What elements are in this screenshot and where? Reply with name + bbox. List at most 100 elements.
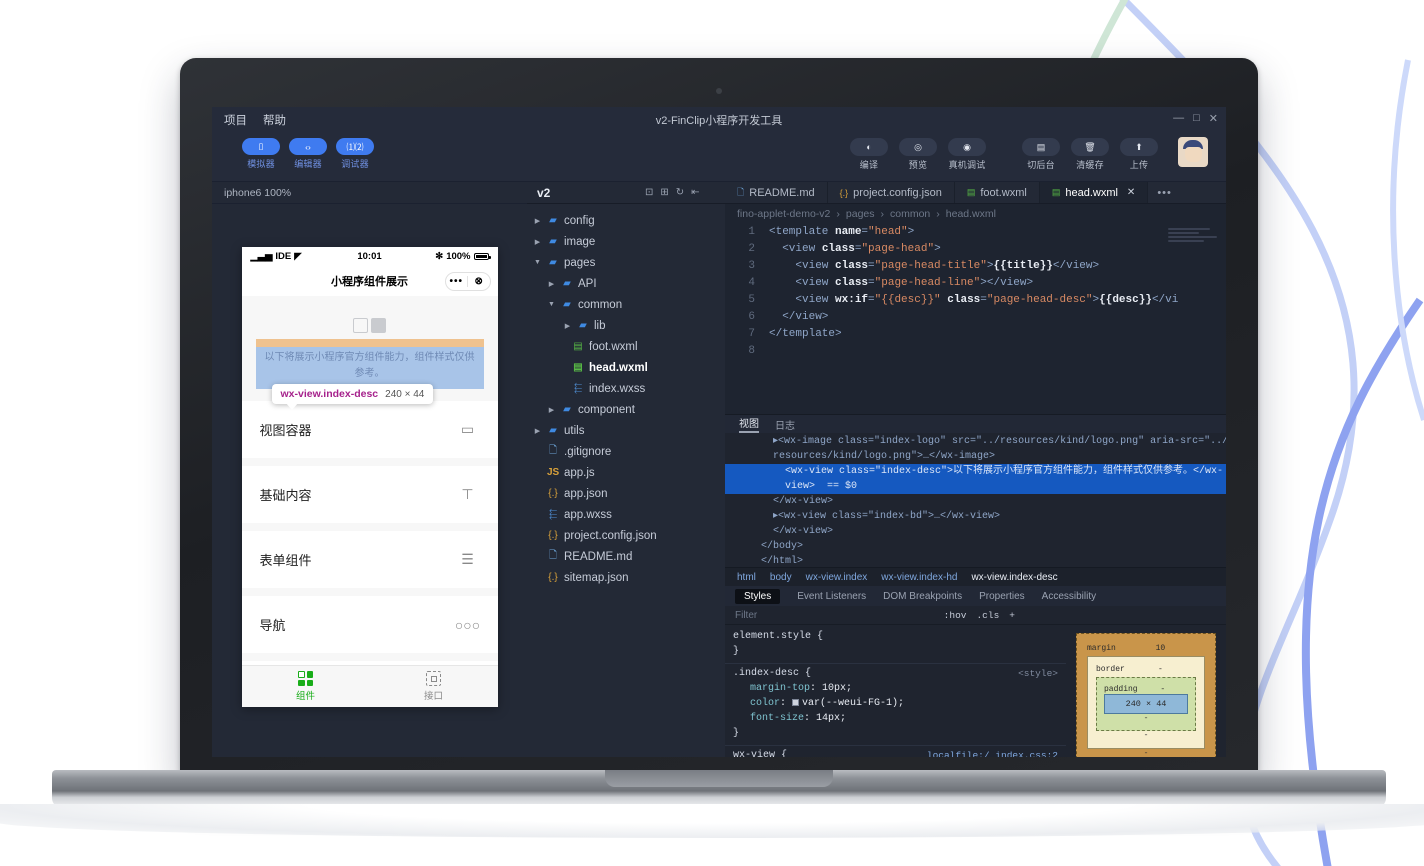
tab-components[interactable]: 组件 [242,666,370,707]
color-swatch[interactable] [792,699,799,706]
breadcrumb-item[interactable]: head.wxml [946,208,996,220]
code-text[interactable]: <view wx:if="{{desc}}" class="page-head-… [769,292,1178,309]
list-item[interactable]: 导航 ○○○ [242,596,498,653]
maximize-icon[interactable]: □ [1193,112,1200,125]
tab-properties[interactable]: Properties [979,591,1025,602]
tab-project-config[interactable]: {.} project.config.json [828,182,955,203]
list-item[interactable]: 基础内容 ⊤ [242,466,498,523]
editor-button[interactable]: ‹› 编辑器 [289,138,327,170]
breadcrumb-item[interactable]: fino-applet-demo-v2 [737,208,830,220]
tab-view[interactable]: 视图 [739,415,759,433]
dom-node-row[interactable]: ▸<wx-view class="index-bd">…</wx-view> [725,509,1226,524]
tree-item-foot-wxml[interactable]: ▤ foot.wxml [527,336,725,357]
tab-head-wxml[interactable]: ▤ head.wxml ✕ [1040,182,1148,203]
tab-log[interactable]: 日志 [775,417,795,432]
dom-breadcrumb[interactable]: html body wx-view.index wx-view.index-hd… [725,567,1226,586]
capsule-buttons[interactable]: ••• ⊗ [445,272,491,291]
tab-close-icon[interactable]: ✕ [1127,187,1135,198]
chevron-right-icon[interactable]: ▶ [533,238,542,246]
border-bottom-value[interactable]: - [1096,731,1196,740]
debugger-button[interactable]: ⑴⑵ 调试器 [336,138,374,170]
minimize-icon[interactable]: — [1173,112,1184,125]
tab-dom-breakpoints[interactable]: DOM Breakpoints [883,591,962,602]
padding-bottom-value[interactable]: - [1104,714,1188,723]
breadcrumb-item[interactable]: common [890,208,930,220]
dom-node-row[interactable]: </wx-view> [725,524,1226,539]
margin-bottom-value[interactable]: - [1087,749,1205,757]
styles-pane[interactable]: element.style { } <style> .index-desc { … [725,625,1066,757]
dom-node-row[interactable]: </wx-view> [725,494,1226,509]
dom-crumb-item[interactable]: wx-view.index [806,572,868,583]
chevron-right-icon[interactable]: ▶ [563,322,572,330]
tree-item-config[interactable]: ▶ ▰ config [527,210,725,231]
tree-item-pages[interactable]: ▼ ▰ pages [527,252,725,273]
more-icon[interactable]: ••• [446,276,468,287]
close-icon[interactable]: ✕ [1209,112,1218,125]
padding-value[interactable]: - [1160,685,1165,694]
avatar[interactable] [1178,137,1208,167]
hov-toggle[interactable]: :hov [944,610,967,621]
tab-readme[interactable]: 🗋 README.md [725,182,828,203]
cls-toggle[interactable]: .cls [976,610,999,621]
clear-cache-button[interactable]: 🗑 清缓存 [1071,138,1109,171]
style-property[interactable]: color: var(--weui-FG-1); [733,696,1058,711]
code-text[interactable]: <template name="head"> [769,224,914,241]
close-circle-icon[interactable]: ⊗ [468,276,490,287]
dom-node-row[interactable]: resources/kind/logo.png">…</wx-image> [725,449,1226,464]
style-property[interactable]: font-size: 14px; [733,711,1058,726]
list-item[interactable] [242,661,498,665]
box-model-margin[interactable]: margin 10 border - [1076,633,1216,757]
tree-item-utils[interactable]: ▶ ▰ utils [527,420,725,441]
tree-item-app-json[interactable]: {.} app.json [527,483,725,504]
refresh-icon[interactable]: ↻ [676,187,684,198]
device-debug-button[interactable]: ◉ 真机调试 [948,138,986,171]
devtools-tabs[interactable]: 视图 日志 [725,415,1226,433]
dom-node-row[interactable]: ▸<wx-image class="index-logo" src="../re… [725,434,1226,449]
tab-accessibility[interactable]: Accessibility [1042,591,1096,602]
border-value[interactable]: - [1158,665,1163,674]
tree-item-component[interactable]: ▶ ▰ component [527,399,725,420]
tree-item-sitemap[interactable]: {.} sitemap.json [527,567,725,588]
tree-item-index-wxss[interactable]: ⬱ index.wxss [527,378,725,399]
breadcrumb-item[interactable]: pages [846,208,875,220]
tab-foot-wxml[interactable]: ▤ foot.wxml [955,182,1040,203]
filter-input[interactable]: Filter [735,610,757,621]
collapse-all-icon[interactable]: ⇤ [691,187,699,198]
chevron-right-icon[interactable]: ▶ [533,427,542,435]
new-file-icon[interactable]: ⊡ [645,187,653,198]
dom-node-row[interactable]: </body> [725,539,1226,554]
tree-item-lib[interactable]: ▶ ▰ lib [527,315,725,336]
compile-button[interactable]: ◐ 编译 [850,138,888,171]
dom-inspector[interactable]: ▸<wx-image class="index-logo" src="../re… [725,433,1226,567]
dom-crumb-item[interactable]: html [737,572,756,583]
explorer-actions[interactable]: ⊡ ⊞ ↻ ⇤ [645,182,725,203]
code-text[interactable]: <view class="page-head-title">{{title}}<… [769,258,1099,275]
tabs-overflow-icon[interactable]: ••• [1148,182,1181,203]
tab-styles[interactable]: Styles [735,589,780,604]
tree-item-readme[interactable]: 🗋 README.md [527,546,725,567]
box-model-padding[interactable]: padding - 240 × 44 - [1096,677,1196,731]
filter-controls[interactable]: :hov .cls + [944,610,1015,621]
new-folder-icon[interactable]: ⊞ [660,187,668,198]
chevron-right-icon[interactable]: ▶ [547,280,556,288]
minimap[interactable] [1168,228,1220,250]
code-editor[interactable]: 1<template name="head">2 <view class="pa… [725,224,1226,414]
box-model-content[interactable]: 240 × 44 [1104,694,1188,714]
background-button[interactable]: ▤ 切后台 [1022,138,1060,171]
tab-event-listeners[interactable]: Event Listeners [797,591,866,602]
chevron-right-icon[interactable]: ▶ [547,406,556,414]
list-item[interactable]: 表单组件 ☰ [242,531,498,588]
box-model-border[interactable]: border - padding [1087,656,1205,749]
upload-button[interactable]: ⬆ 上传 [1120,138,1158,171]
chevron-right-icon[interactable]: ▶ [533,217,542,225]
tab-api[interactable]: 接口 [370,666,498,707]
tree-item-api[interactable]: ▶ ▰ API [527,273,725,294]
simulator-button[interactable]: ▯ 模拟器 [242,138,280,170]
tree-item-app-wxss[interactable]: ⬱ app.wxss [527,504,725,525]
index-desc-highlight[interactable]: 以下将展示小程序官方组件能力，组件样式仅供参考。 [256,347,484,389]
dom-node-row[interactable]: view> == $0 [725,479,1226,494]
dom-node-row[interactable]: <wx-view class="index-desc">以下将展示小程序官方组件… [725,464,1226,479]
devtools-sub-tabs[interactable]: Styles Event Listeners DOM Breakpoints P… [725,586,1226,606]
add-rule-icon[interactable]: + [1009,610,1015,621]
style-source-link[interactable]: localfile:/…index.css:2 [927,748,1058,757]
